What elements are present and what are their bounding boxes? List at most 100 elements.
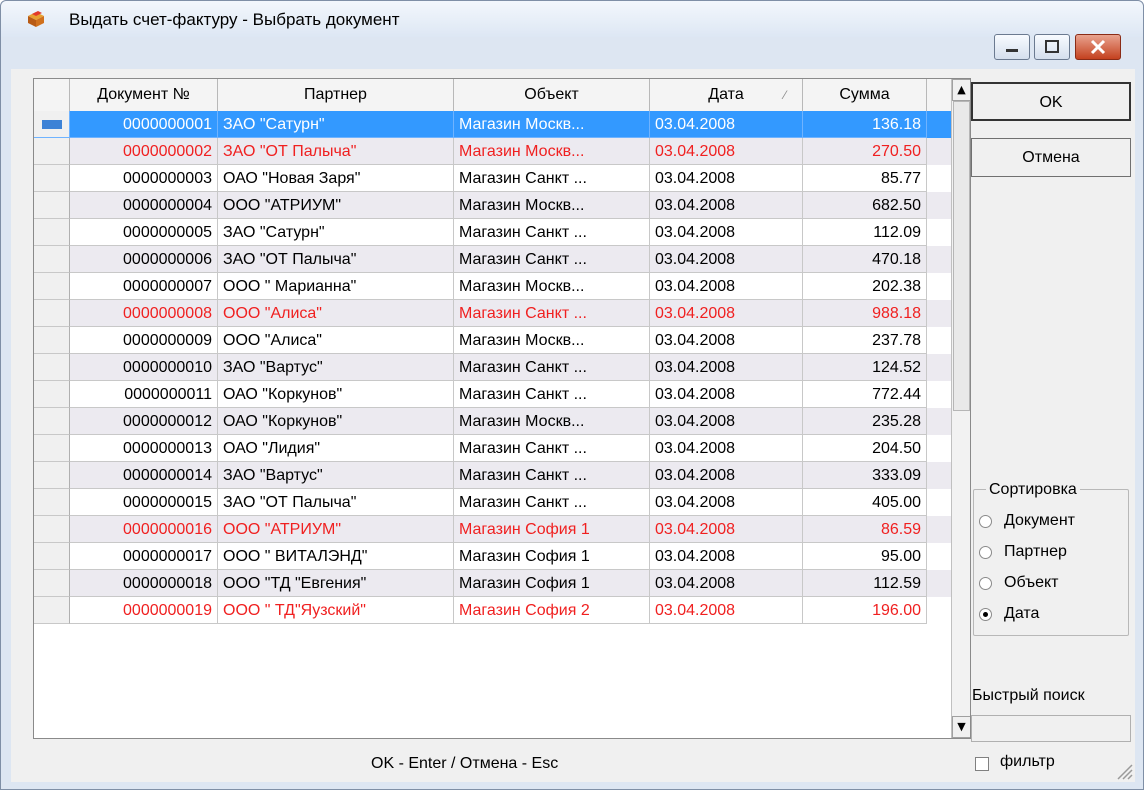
cell-partner: ООО " Марианна" <box>218 273 454 300</box>
cell-sum: 988.18 <box>803 300 927 327</box>
cell-date: 03.04.2008 <box>650 273 803 300</box>
cell-document: 0000000018 <box>70 570 218 597</box>
radio-label: Документ <box>1004 512 1075 529</box>
table-row[interactable]: 0000000007 ООО " Марианна" Магазин Москв..… <box>34 273 951 300</box>
table-row[interactable]: 0000000006 ЗАО "ОТ Палыча" Магазин Санкт .… <box>34 246 951 273</box>
row-indicator[interactable] <box>34 597 70 624</box>
table-row[interactable]: 0000000008 ООО "Алиса" Магазин Санкт ... 03… <box>34 300 951 327</box>
cell-date: 03.04.2008 <box>650 408 803 435</box>
header-sum[interactable]: Сумма <box>803 79 927 111</box>
table-row[interactable]: 0000000013 ОАО "Лидия" Магазин Санкт ... 03… <box>34 435 951 462</box>
cell-object: Магазин Санкт ... <box>454 246 650 273</box>
radio-button[interactable] <box>979 577 992 590</box>
row-indicator[interactable] <box>34 165 70 192</box>
cell-object: Магазин Санкт ... <box>454 489 650 516</box>
cell-document: 0000000007 <box>70 273 218 300</box>
table-row[interactable]: 0000000009 ООО "Алиса" Магазин Москв... 03.… <box>34 327 951 354</box>
documents-grid[interactable]: Документ № Партнер Объект Дата ⁄ Сумма 0… <box>33 78 971 739</box>
cancel-button[interactable]: Отмена <box>971 138 1131 177</box>
vertical-scrollbar[interactable]: ▲ ▼ <box>951 79 970 738</box>
quick-search-input[interactable] <box>971 715 1131 742</box>
cell-object: Магазин Москв... <box>454 111 650 138</box>
cell-object: Магазин София 1 <box>454 543 650 570</box>
cell-partner: ЗАО "ОТ Палыча" <box>218 489 454 516</box>
cell-date: 03.04.2008 <box>650 597 803 624</box>
cell-sum: 333.09 <box>803 462 927 489</box>
table-row[interactable]: 0000000019 ООО " ТД"Яузский" Магазин София… <box>34 597 951 624</box>
row-indicator[interactable] <box>34 408 70 435</box>
row-indicator[interactable] <box>34 192 70 219</box>
cell-object: Магазин Санкт ... <box>454 462 650 489</box>
cell-partner: ООО "АТРИУМ" <box>218 516 454 543</box>
table-row[interactable]: 0000000005 ЗАО "Сатурн" Магазин Санкт ... 0… <box>34 219 951 246</box>
scroll-up-button[interactable]: ▲ <box>952 79 970 101</box>
cell-sum: 112.59 <box>803 570 927 597</box>
row-indicator[interactable] <box>34 300 70 327</box>
sort-group-title: Сортировка <box>986 481 1080 499</box>
title-bar[interactable]: Выдать счет-фактуру - Выбрать документ <box>1 1 1143 37</box>
table-row[interactable]: 0000000011 ОАО "Коркунов" Магазин Санкт ..… <box>34 381 951 408</box>
row-indicator[interactable] <box>34 246 70 273</box>
row-indicator[interactable] <box>34 354 70 381</box>
row-indicator[interactable] <box>34 543 70 570</box>
radio-button[interactable] <box>979 608 992 621</box>
header-document[interactable]: Документ № <box>70 79 218 111</box>
filter-checkbox[interactable] <box>975 757 989 771</box>
row-indicator[interactable] <box>34 516 70 543</box>
row-indicator[interactable] <box>34 435 70 462</box>
table-row[interactable]: 0000000010 ЗАО "Вартус" Магазин Санкт ... 0… <box>34 354 951 381</box>
row-indicator[interactable] <box>34 219 70 246</box>
maximize-button[interactable] <box>1034 34 1070 60</box>
cell-object: Магазин Москв... <box>454 273 650 300</box>
cell-date: 03.04.2008 <box>650 489 803 516</box>
ok-button[interactable]: OK <box>971 82 1131 121</box>
table-row[interactable]: 0000000017 ООО " ВИТАЛЭНД" Магазин София 1… <box>34 543 951 570</box>
cell-date: 03.04.2008 <box>650 192 803 219</box>
row-indicator[interactable] <box>34 462 70 489</box>
cell-document: 0000000002 <box>70 138 218 165</box>
cell-partner: ООО "Алиса" <box>218 300 454 327</box>
row-indicator[interactable] <box>34 489 70 516</box>
header-date[interactable]: Дата ⁄ <box>650 79 803 111</box>
cell-date: 03.04.2008 <box>650 462 803 489</box>
row-indicator[interactable] <box>34 111 70 138</box>
status-hint: OK - Enter / Отмена - Esc <box>371 755 559 772</box>
cell-date: 03.04.2008 <box>650 354 803 381</box>
row-indicator[interactable] <box>34 138 70 165</box>
table-row[interactable]: 0000000018 ООО "ТД "Евгения" Магазин София… <box>34 570 951 597</box>
row-indicator[interactable] <box>34 273 70 300</box>
cell-document: 0000000006 <box>70 246 218 273</box>
table-row[interactable]: 0000000016 ООО "АТРИУМ" Магазин София 1 03.… <box>34 516 951 543</box>
cell-partner: ООО "ТД "Евгения" <box>218 570 454 597</box>
radio-button[interactable] <box>979 515 992 528</box>
table-row[interactable]: 0000000014 ЗАО "Вартус" Магазин Санкт ... 0… <box>34 462 951 489</box>
table-row[interactable]: 0000000004 ООО "АТРИУМ" Магазин Москв... 03… <box>34 192 951 219</box>
cell-document: 0000000004 <box>70 192 218 219</box>
cell-object: Магазин Санкт ... <box>454 300 650 327</box>
table-row[interactable]: 0000000015 ЗАО "ОТ Палыча" Магазин Санкт .… <box>34 489 951 516</box>
minimize-button[interactable] <box>994 34 1030 60</box>
cell-object: Магазин София 1 <box>454 516 650 543</box>
cell-sum: 202.38 <box>803 273 927 300</box>
header-object[interactable]: Объект <box>454 79 650 111</box>
row-indicator[interactable] <box>34 570 70 597</box>
radio-button[interactable] <box>979 546 992 559</box>
cell-object: Магазин София 1 <box>454 570 650 597</box>
cell-partner: ЗАО "Сатурн" <box>218 219 454 246</box>
header-partner[interactable]: Партнер <box>218 79 454 111</box>
row-indicator[interactable] <box>34 327 70 354</box>
cell-date: 03.04.2008 <box>650 165 803 192</box>
table-row[interactable]: 0000000001 ЗАО "Сатурн" Магазин Москв... 03… <box>34 111 951 138</box>
scroll-down-button[interactable]: ▼ <box>952 716 970 738</box>
cell-partner: ЗАО "ОТ Палыча" <box>218 138 454 165</box>
resize-grip-icon[interactable] <box>1115 762 1133 780</box>
scroll-thumb[interactable] <box>953 101 970 411</box>
table-row[interactable]: 0000000002 ЗАО "ОТ Палыча" Магазин Москв..… <box>34 138 951 165</box>
close-button[interactable] <box>1075 34 1121 60</box>
table-row[interactable]: 0000000012 ОАО "Коркунов" Магазин Москв...… <box>34 408 951 435</box>
cell-sum: 124.52 <box>803 354 927 381</box>
table-row[interactable]: 0000000003 ОАО "Новая Заря" Магазин Санкт … <box>34 165 951 192</box>
row-indicator[interactable] <box>34 381 70 408</box>
cell-partner: ЗАО "ОТ Палыча" <box>218 246 454 273</box>
cell-sum: 682.50 <box>803 192 927 219</box>
